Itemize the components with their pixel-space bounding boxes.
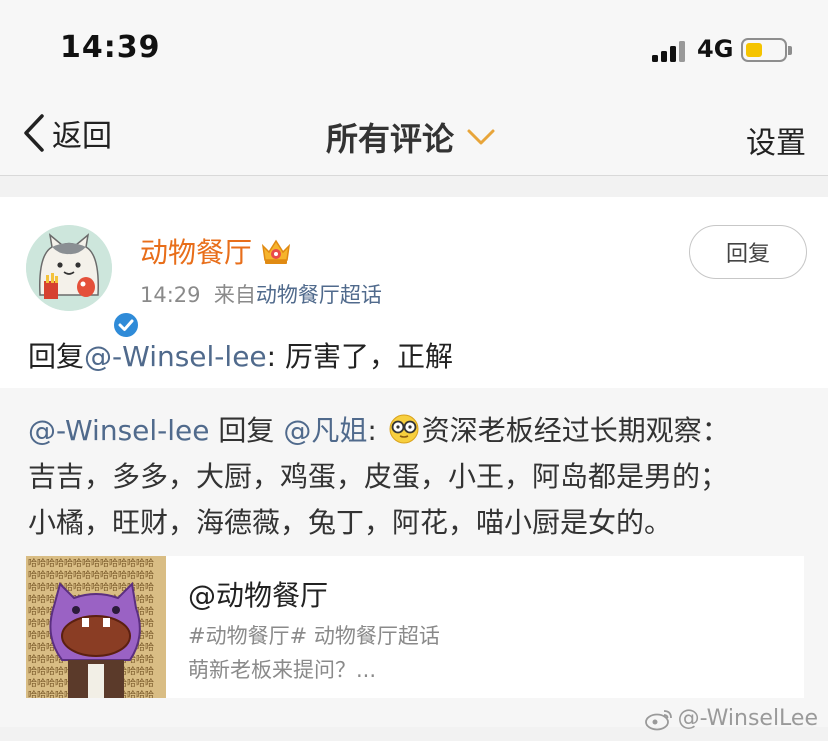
comments-filter-dropdown[interactable]: 所有评论 bbox=[326, 114, 496, 160]
quoted-comment[interactable]: @-Winsel-lee 回复 @凡姐: 资深老板经过长期观察： 吉吉，多多，大… bbox=[0, 388, 828, 727]
quoted-comment-text: @-Winsel-lee 回复 @凡姐: 资深老板经过长期观察： 吉吉，多多，大… bbox=[28, 408, 808, 546]
quoted-colon: : bbox=[367, 414, 377, 447]
share-title: @动物餐厅 bbox=[188, 579, 329, 612]
quoted-reply-word: 回复 bbox=[218, 414, 275, 447]
from-prefix: 来自 bbox=[213, 283, 256, 307]
comment-text: 回复@-Winsel-lee: 厉害了，正解 bbox=[28, 335, 453, 375]
back-label: 返回 bbox=[52, 119, 112, 154]
comment-meta: 14:29 来自动物餐厅超话 bbox=[140, 279, 382, 309]
reply-button[interactable]: 回复 bbox=[689, 225, 807, 279]
comment-body: : 厉害了，正解 bbox=[266, 340, 453, 373]
network-label: 4G bbox=[697, 35, 734, 63]
crown-badge-icon bbox=[261, 239, 291, 264]
status-bar: 14:39 4G bbox=[0, 0, 828, 100]
author-name: 动物餐厅 bbox=[140, 236, 253, 269]
svg-text:哈哈哈哈哈哈哈哈哈哈哈哈哈哈: 哈哈哈哈哈哈哈哈哈哈哈哈哈哈 bbox=[28, 581, 154, 593]
comment-time: 14:29 bbox=[140, 283, 201, 307]
character-thumbnail-icon: 哈哈哈哈哈哈哈哈哈哈哈哈哈哈 哈哈哈哈哈哈哈哈哈哈哈哈哈哈 哈哈哈哈哈哈哈哈哈哈… bbox=[26, 556, 166, 698]
share-card[interactable]: 哈哈哈哈哈哈哈哈哈哈哈哈哈哈 哈哈哈哈哈哈哈哈哈哈哈哈哈哈 哈哈哈哈哈哈哈哈哈哈… bbox=[26, 556, 804, 698]
reply-prefix: 回复 bbox=[28, 340, 85, 373]
quoted-target-link[interactable]: @凡姐 bbox=[283, 414, 367, 447]
weibo-logo-icon bbox=[644, 709, 672, 730]
chevron-down-icon bbox=[467, 129, 495, 145]
share-tags: #动物餐厅# 动物餐厅超话 bbox=[188, 624, 440, 648]
quoted-line1: 资深老板经过长期观察： bbox=[421, 414, 730, 447]
svg-text:哈哈哈哈哈哈哈哈哈哈哈哈哈哈: 哈哈哈哈哈哈哈哈哈哈哈哈哈哈 bbox=[28, 557, 154, 569]
share-description: 萌新老板来提问？... bbox=[188, 658, 377, 682]
source-link[interactable]: 动物餐厅超话 bbox=[256, 283, 382, 307]
cat-avatar-icon bbox=[26, 225, 112, 311]
author-name-link[interactable]: 动物餐厅 bbox=[140, 231, 292, 271]
page-title: 所有评论 bbox=[326, 120, 455, 158]
share-thumbnail: 哈哈哈哈哈哈哈哈哈哈哈哈哈哈 哈哈哈哈哈哈哈哈哈哈哈哈哈哈 哈哈哈哈哈哈哈哈哈哈… bbox=[26, 556, 166, 698]
screen: 14:39 4G 返回 所有评论 设置 动物餐厅 14:29 来自动物餐厅超话 … bbox=[0, 0, 828, 741]
avatar[interactable] bbox=[26, 225, 140, 339]
nav-bar: 返回 所有评论 设置 bbox=[0, 100, 828, 176]
chevron-left-icon bbox=[24, 114, 44, 152]
quoted-user-link[interactable]: @-Winsel-lee bbox=[28, 414, 210, 447]
status-time: 14:39 bbox=[60, 30, 161, 65]
settings-button[interactable]: 设置 bbox=[746, 118, 806, 162]
quoted-line2: 吉吉，多多，大厨，鸡蛋，皮蛋，小王，阿岛都是男的； bbox=[28, 460, 729, 493]
signal-icon bbox=[652, 40, 690, 62]
watermark: @-WinselLee bbox=[644, 706, 818, 731]
quoted-line3: 小橘，旺财，海德薇，兔丁，阿花，喵小厨是女的。 bbox=[28, 506, 673, 539]
comment-card: 动物餐厅 14:29 来自动物餐厅超话 回复 回复@-Winsel-lee: 厉… bbox=[0, 197, 828, 727]
svg-text:哈哈哈哈哈哈哈哈哈哈哈哈哈哈: 哈哈哈哈哈哈哈哈哈哈哈哈哈哈 bbox=[28, 569, 154, 581]
glasses-face-icon bbox=[389, 414, 419, 444]
mention-link[interactable]: @-Winsel-lee bbox=[84, 340, 267, 373]
back-button[interactable]: 返回 bbox=[22, 112, 112, 154]
battery-icon bbox=[741, 38, 792, 62]
watermark-text: @-WinselLee bbox=[677, 706, 818, 731]
